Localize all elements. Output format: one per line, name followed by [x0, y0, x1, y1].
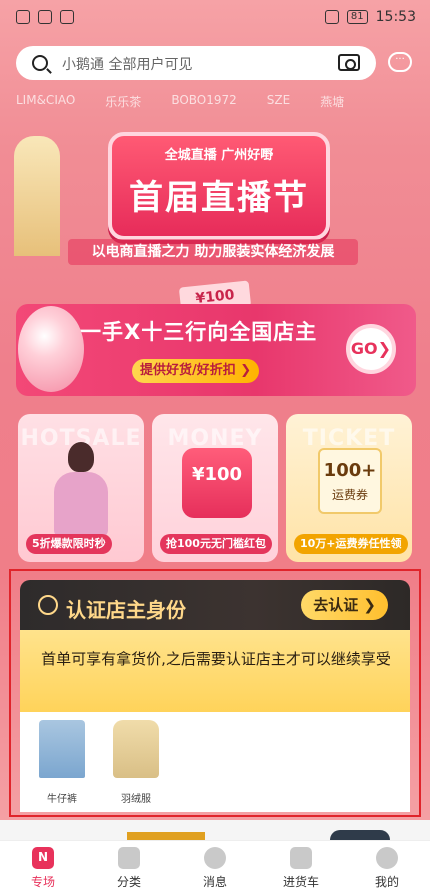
status-bar: 81 15:53 — [0, 0, 430, 36]
card-tag: 抢100元无门槛红包 — [160, 534, 272, 554]
certification-title: 认证店主身份 — [66, 598, 186, 622]
balloon-illustration — [18, 306, 84, 392]
red-packet-card[interactable]: MONEY ¥100 抢100元无门槛红包 — [152, 414, 278, 562]
nav-label: 进货车 — [282, 875, 319, 889]
brand-item[interactable]: BOBO1972 — [171, 93, 236, 111]
brand-item[interactable]: 燕塘 — [320, 93, 344, 111]
category-label: 牛仔裤 — [47, 794, 77, 805]
down-jacket-image — [113, 720, 159, 778]
nav-label: 分类 — [116, 875, 141, 889]
red-packet-icon: ¥100 — [182, 448, 252, 518]
model-illustration — [46, 442, 116, 538]
message-icon — [204, 847, 226, 869]
search-icon — [32, 55, 48, 71]
card-tag: 10万+运费券任性领 — [294, 534, 408, 554]
brand-item[interactable]: 乐乐茶 — [105, 93, 141, 111]
festival-subtitle: 全城直播 广州好嘢 — [164, 148, 274, 163]
certification-message: 首单可享有拿货价,之后需要认证店主才可以继续享受 — [41, 650, 391, 668]
festival-title-bubble: 全城直播 广州好嘢 首届直播节 — [108, 132, 330, 240]
brand-item[interactable]: SZE — [267, 93, 290, 111]
hero-banner[interactable]: 全城直播 广州好嘢 首届直播节 以电商直播之力 助力服装实体经济发展 ¥100 … — [0, 116, 430, 406]
nav-cart[interactable]: 进货车 — [266, 847, 336, 890]
certification-header: 认证店主身份 去认证 ❯ — [20, 580, 410, 632]
tower-illustration — [14, 136, 60, 256]
status-time: 15:53 — [375, 9, 416, 25]
grid-icon — [118, 847, 140, 869]
category-item[interactable]: 牛仔裤 — [32, 720, 92, 805]
next-section-item — [127, 832, 205, 840]
chat-icon[interactable]: ··· — [388, 52, 412, 72]
search-bar[interactable]: 小鹅通 全部用户可见 — [16, 46, 376, 80]
nav-label: 我的 — [374, 875, 399, 889]
flash-sale-card[interactable]: HOTSALE 5折爆款限时秒 — [18, 414, 144, 562]
cart-icon — [290, 847, 312, 869]
nav-label: 专场 — [30, 875, 55, 889]
battery-icon: 81 — [346, 10, 368, 24]
go-button[interactable]: GO❯ — [346, 324, 396, 374]
promo-strip-pill: 提供好货/好折扣 ❯ — [132, 359, 260, 383]
nav-special[interactable]: 专场 — [8, 847, 78, 890]
card-tag: 5折爆款限时秒 — [26, 534, 112, 554]
certify-button[interactable]: 去认证 ❯ — [301, 590, 388, 620]
nav-category[interactable]: 分类 — [94, 847, 164, 890]
category-label: 羽绒服 — [121, 794, 151, 805]
red-packet-value: ¥100 — [191, 464, 243, 485]
usb-icon — [60, 10, 74, 24]
profile-icon — [376, 847, 398, 869]
certification-icon — [38, 595, 58, 615]
eye-icon — [324, 10, 339, 24]
next-section-item — [330, 830, 390, 840]
category-item[interactable]: 羽绒服 — [106, 720, 166, 805]
special-icon — [32, 847, 54, 869]
certification-body: 首单可享有拿货价,之后需要认证店主才可以继续享受 — [20, 630, 410, 712]
alert-icon — [16, 10, 30, 24]
coupon-label: 运费券 — [331, 488, 368, 502]
shipping-coupon-card[interactable]: TICKET 100+ 运费券 10万+运费券任性领 — [286, 414, 412, 562]
promo-cards: HOTSALE 5折爆款限时秒 MONEY ¥100 抢100元无门槛红包 TI… — [18, 414, 412, 564]
festival-title: 首届直播节 — [129, 178, 309, 218]
coupon-value: 100+ — [323, 460, 377, 481]
category-list: 牛仔裤 羽绒服 — [20, 712, 410, 812]
brand-strip: LIM&CIAO 乐乐茶 BOBO1972 SZE 燕塘 — [16, 93, 416, 111]
coupon-icon: 100+ 运费券 — [318, 448, 382, 514]
wifi-icon — [38, 10, 52, 24]
nav-messages[interactable]: 消息 — [180, 847, 250, 890]
festival-slogan: 以电商直播之力 助力服装实体经济发展 — [68, 239, 358, 265]
nav-profile[interactable]: 我的 — [352, 847, 422, 890]
nav-label: 消息 — [202, 875, 227, 889]
jeans-image — [39, 720, 85, 778]
brand-item[interactable]: LIM&CIAO — [16, 93, 75, 111]
bottom-navigation: 专场 分类 消息 进货车 我的 — [0, 840, 430, 896]
promo-strip-title: 一手X十三行向全国店主 — [80, 320, 318, 344]
search-placeholder: 小鹅通 全部用户可见 — [62, 57, 193, 73]
camera-icon[interactable] — [338, 54, 360, 71]
